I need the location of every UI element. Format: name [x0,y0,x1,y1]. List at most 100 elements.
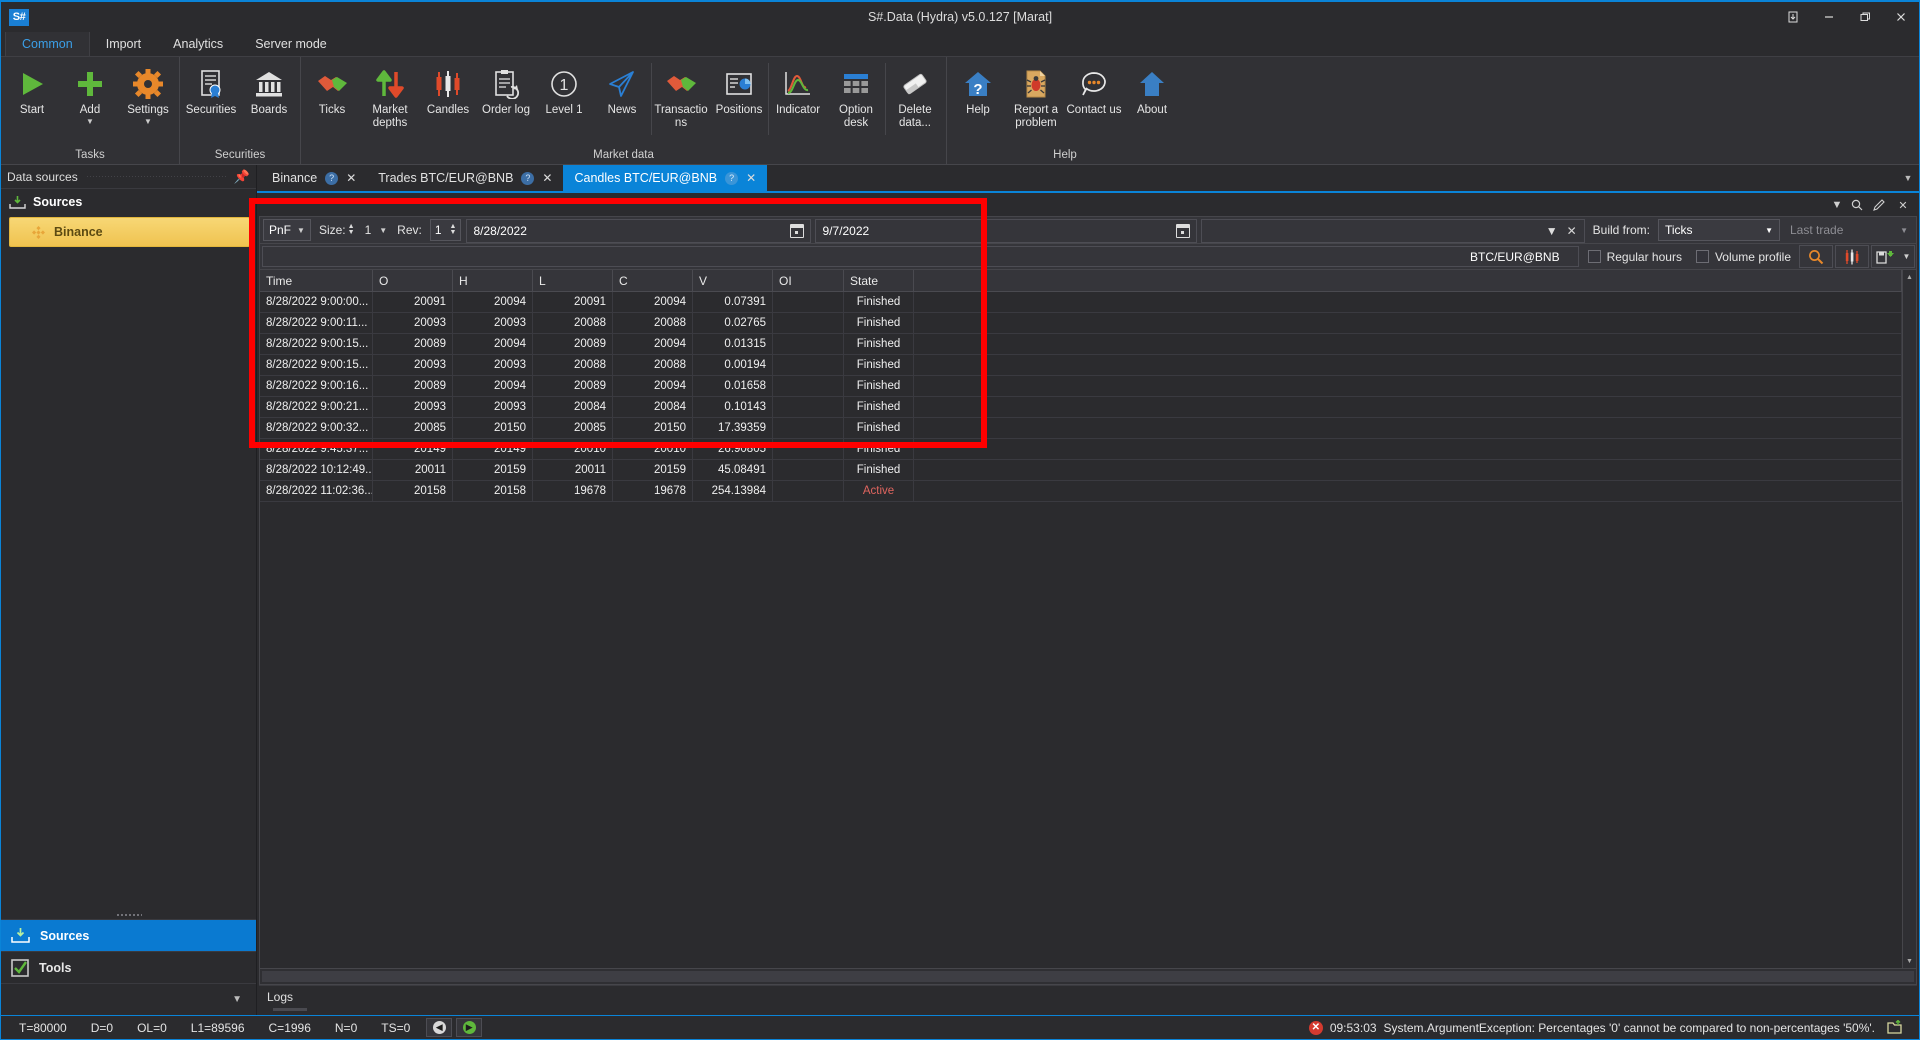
scroll-thumb[interactable] [262,971,1914,982]
status-error[interactable]: ✕ 09:53:03 System.ArgumentException: Per… [1309,1021,1879,1035]
pencil-icon[interactable] [1873,199,1889,211]
sidebar-item-sources[interactable]: Sources [1,919,256,951]
ribbon-button-delete-data[interactable]: Delete data... [886,63,944,135]
column-header-oi[interactable]: OI [773,270,844,291]
maximize-icon[interactable] [1847,2,1883,32]
ribbon-button-report-a-problem[interactable]: Report a problem [1007,63,1065,135]
close-icon[interactable]: ✕ [1895,199,1911,212]
close-icon[interactable]: ✕ [346,171,356,185]
ribbon-button-about[interactable]: About [1123,63,1181,135]
volume-profile-checkbox[interactable]: Volume profile [1689,244,1798,269]
ribbon-tab-import[interactable]: Import [90,31,157,56]
sidebar-splitter[interactable] [1,909,256,919]
size-spinner[interactable]: ▲▼ [348,224,355,236]
restore-down-extra-icon[interactable] [1775,2,1811,32]
sidebar-item-tools[interactable]: Tools [1,951,256,983]
calendar-icon[interactable] [790,224,804,238]
ribbon-button-candles[interactable]: Candles [419,63,477,135]
minimize-icon[interactable] [1811,2,1847,32]
build-from-combo[interactable]: Ticks ▼ [1658,219,1780,241]
ribbon-button-boards[interactable]: Boards [240,63,298,135]
help-icon[interactable]: ? [325,172,338,185]
column-header-o[interactable]: O [373,270,453,291]
ribbon-button-start[interactable]: Start [3,63,61,135]
column-header-c[interactable]: C [613,270,693,291]
ribbon-button-securities[interactable]: Securities [182,63,240,135]
ribbon-button-market-depths[interactable]: Market depths [361,63,419,135]
chevron-down-icon[interactable]: ▼ [1903,954,1916,968]
calendar-icon[interactable] [1176,224,1190,238]
ribbon-button-positions[interactable]: Positions [710,63,768,135]
grid-vertical-scrollbar[interactable]: ▲ ▼ [1902,270,1916,968]
ribbon-tab-common[interactable]: Common [5,31,90,56]
close-icon[interactable]: ✕ [1567,224,1577,238]
ribbon-button-settings[interactable]: Settings ▼ [119,63,177,135]
tree-root-sources[interactable]: Sources [1,189,256,215]
search-icon[interactable] [1851,199,1867,211]
ribbon-button-add[interactable]: Add ▼ [61,63,119,135]
column-header-h[interactable]: H [453,270,533,291]
sidebar-overflow-button[interactable]: ▼ [1,983,256,1015]
ribbon-button-indicator[interactable]: Indicator [769,63,827,135]
close-icon[interactable]: ✕ [542,171,552,185]
find-button[interactable] [1799,245,1833,268]
date-from-input[interactable]: 8/28/2022 [466,219,811,243]
open-folder-button[interactable] [1879,1020,1913,1035]
rev-spinner[interactable]: ▲▼ [450,224,457,236]
ribbon-button-news[interactable]: News [593,63,651,135]
tab-candles-btc-eur-bnb[interactable]: Candles BTC/EUR@BNB ? ✕ [563,165,767,191]
nav-forward-button[interactable]: ▶ [456,1018,482,1037]
table-row[interactable]: 8/28/2022 11:02:36...2015820158196781967… [260,481,1902,502]
tab-overflow-chevron-down-icon[interactable]: ▼ [1897,165,1919,191]
filter-combo[interactable]: ▼ ✕ [1201,219,1585,243]
chevron-up-icon[interactable]: ▲ [1903,270,1916,284]
chevron-down-icon[interactable]: ▼ [1903,252,1911,261]
candles-view-button[interactable] [1835,245,1869,268]
ribbon-button-contact-us[interactable]: Contact us [1065,63,1123,135]
table-row[interactable]: 8/28/2022 9:00:00...20091200942009120094… [260,292,1902,313]
date-to-input[interactable]: 9/7/2022 [815,219,1197,243]
tab-binance[interactable]: Binance ? ✕ [261,165,367,191]
chevron-down-icon[interactable]: ▼ [1829,199,1845,211]
ribbon-button-ticks[interactable]: Ticks [303,63,361,135]
table-row[interactable]: 8/28/2022 9:00:21...20093200932008420084… [260,397,1902,418]
help-icon[interactable]: ? [725,172,738,185]
grid-horizontal-scrollbar[interactable] [259,969,1917,985]
pin-icon[interactable]: 📌 [234,169,250,185]
rev-value-stepper[interactable]: 1 ▲▼ [430,219,462,241]
tab-trades-btc-eur-bnb[interactable]: Trades BTC/EUR@BNB ? ✕ [367,165,563,191]
table-row[interactable]: 8/28/2022 9:00:32...20085201502008520150… [260,418,1902,439]
ribbon-button-order-log[interactable]: Order log [477,63,535,135]
security-field[interactable]: BTC/EUR@BNB [262,246,1579,267]
ribbon-tab-server-mode[interactable]: Server mode [239,31,343,56]
nav-back-button[interactable]: ◀ [426,1018,452,1037]
scroll-track[interactable] [1903,284,1916,954]
close-icon[interactable] [1883,2,1919,32]
size-value-combo[interactable]: 1 ▼ [360,217,393,243]
table-row[interactable]: 8/28/2022 9:00:11...20093200932008820088… [260,313,1902,334]
close-icon[interactable]: ✕ [746,171,756,185]
logs-tab[interactable]: Logs [259,986,1917,1008]
ribbon-tab-analytics[interactable]: Analytics [157,31,239,56]
chevron-down-icon[interactable]: ▼ [86,118,94,126]
sidebar-item-binance[interactable]: Binance [9,217,250,247]
column-header-v[interactable]: V [693,270,773,291]
table-row[interactable]: 8/28/2022 10:12:49...2001120159200112015… [260,460,1902,481]
ribbon-button-transactions[interactable]: Transactions [652,63,710,135]
ribbon-button-help[interactable]: ? Help [949,63,1007,135]
chevron-down-icon[interactable]: ▼ [144,118,152,126]
table-row[interactable]: 8/28/2022 9:00:15...20089200942008920094… [260,334,1902,355]
export-button[interactable]: ▼ [1871,245,1915,268]
ribbon-button-level-1[interactable]: 1 Level 1 [535,63,593,135]
table-row[interactable]: 8/28/2022 9:45:37...20149201492001020010… [260,439,1902,460]
column-header-time[interactable]: Time [260,270,373,291]
help-icon[interactable]: ? [521,172,534,185]
regular-hours-checkbox[interactable]: Regular hours [1581,244,1689,269]
candle-type-combo[interactable]: PnF ▼ [263,219,311,241]
table-row[interactable]: 8/28/2022 9:00:15...20093200932008820088… [260,355,1902,376]
last-trade-combo[interactable]: Last trade ▼ [1784,219,1914,241]
column-header-l[interactable]: L [533,270,613,291]
table-row[interactable]: 8/28/2022 9:00:16...20089200942008920094… [260,376,1902,397]
column-header-state[interactable]: State [844,270,914,291]
ribbon-button-option-desk[interactable]: Option desk [827,63,885,135]
